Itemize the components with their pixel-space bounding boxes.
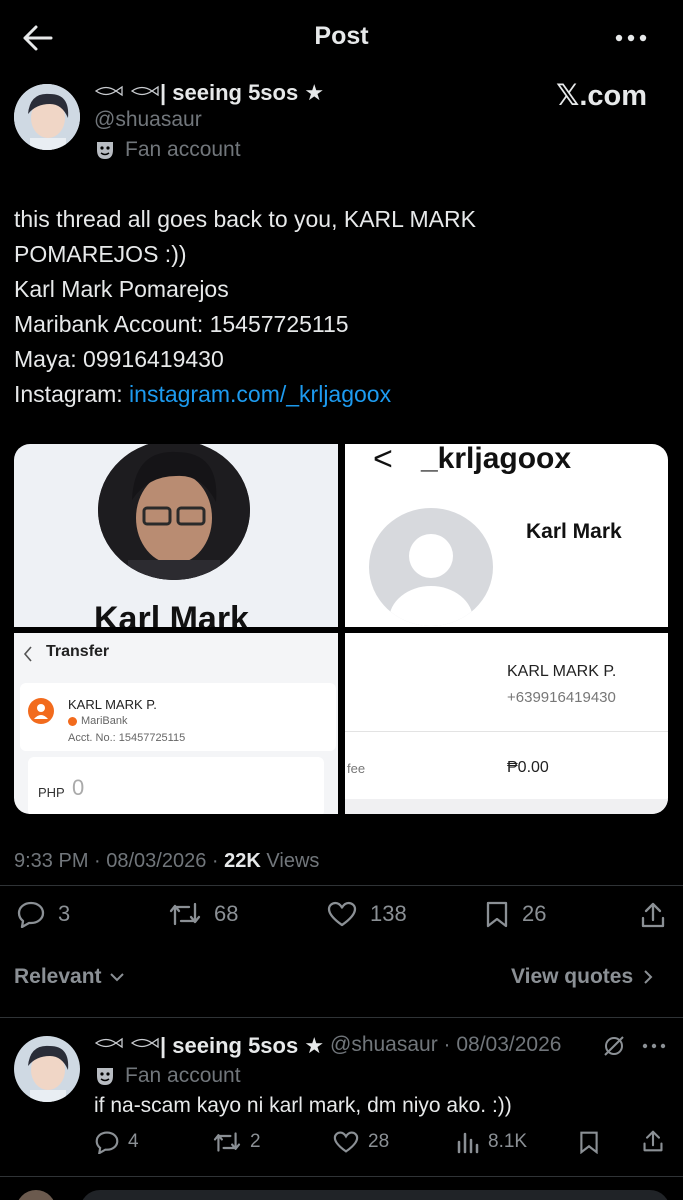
media-maya-details[interactable]: KARL MARK P. +639916419430 fee ₱0.00 xyxy=(345,633,668,814)
instagram-name: Karl Mark xyxy=(526,520,622,543)
reply-icon xyxy=(94,1130,120,1154)
footer-band xyxy=(345,799,668,814)
reply-bookmark-icon[interactable] xyxy=(578,1130,600,1154)
page-title: Post xyxy=(314,22,369,50)
chevron-down-icon xyxy=(109,971,125,983)
grok-icon[interactable] xyxy=(602,1034,626,1058)
reply-avatar[interactable] xyxy=(14,1036,80,1102)
profile-name: Karl Mark xyxy=(94,600,249,627)
sort-label: Relevant xyxy=(14,965,102,988)
chevron-left-icon xyxy=(22,645,34,668)
account-number: Acct. No.: 15457725115 xyxy=(68,732,186,744)
maya-phone: +639916419430 xyxy=(507,689,616,706)
like-count: 138 xyxy=(370,901,407,926)
media-instagram-profile[interactable]: < _krljagoox Karl Mark xyxy=(345,444,668,627)
instagram-username: _krljagoox xyxy=(421,444,572,475)
repost-button[interactable]: 68 xyxy=(168,900,238,928)
reply-author-name[interactable]: | seeing 5sos ★ xyxy=(160,1033,324,1059)
fee-value: ₱0.00 xyxy=(507,759,549,776)
more-options-icon[interactable] xyxy=(614,33,648,43)
instagram-prefix: Instagram: xyxy=(14,381,130,407)
post-line: Maribank Account: 15457725115 xyxy=(14,311,349,337)
share-icon[interactable] xyxy=(640,900,666,930)
post-meta: 9:33 PM · 08/03/2026 · 22K Views xyxy=(14,850,319,873)
reply-views-count: 8.1K xyxy=(488,1131,528,1152)
reply-repost-count: 2 xyxy=(250,1131,261,1152)
fee-label: fee xyxy=(347,761,366,776)
divider xyxy=(0,1176,683,1177)
analytics-icon xyxy=(456,1130,480,1154)
compose-reply-input[interactable] xyxy=(80,1190,670,1200)
transfer-title: Transfer xyxy=(46,643,110,660)
reply-button[interactable]: 3 xyxy=(16,900,70,928)
post-text: this thread all goes back to you, KARL M… xyxy=(14,202,664,412)
reply-icon xyxy=(16,900,46,928)
reply-fan-badge: Fan account xyxy=(125,1064,241,1087)
divider xyxy=(0,1017,683,1018)
theater-mask-icon xyxy=(94,139,116,161)
views-label: Views xyxy=(260,850,320,872)
reply-repost-button[interactable]: 2 xyxy=(212,1130,261,1154)
repost-icon xyxy=(212,1130,242,1154)
maya-recipient-name: KARL MARK P. xyxy=(507,663,617,680)
media-grid[interactable]: Karl Mark < _krljagoox Karl Mark Transfe… xyxy=(14,444,668,814)
compose-avatar[interactable] xyxy=(16,1190,56,1200)
chevron-right-icon xyxy=(643,969,653,985)
reply-like-count: 28 xyxy=(368,1131,390,1152)
media-maribank-transfer[interactable]: Transfer KARL MARK P. MariBank Acct. No.… xyxy=(14,633,338,814)
bookmark-count: 26 xyxy=(522,901,547,926)
profile-photo xyxy=(98,444,250,580)
sort-dropdown[interactable]: Relevant xyxy=(14,965,125,989)
media-profile-photo[interactable]: Karl Mark xyxy=(14,444,338,627)
maribank-logo-icon xyxy=(28,698,54,729)
author-display-name[interactable]: | seeing 5sos ★ xyxy=(160,80,324,106)
views-count: 22K xyxy=(224,850,261,872)
reply-views-button[interactable]: 8.1K xyxy=(456,1130,527,1154)
fish-emoji-icon xyxy=(94,84,166,98)
heart-icon xyxy=(332,1130,360,1154)
bookmark-button[interactable]: 26 xyxy=(484,900,546,928)
fan-account-badge: Fan account xyxy=(125,138,241,161)
reply-like-button[interactable]: 28 xyxy=(332,1130,389,1154)
post-line: Karl Mark Pomarejos xyxy=(14,276,229,302)
view-quotes-link[interactable]: View quotes xyxy=(511,965,653,989)
divider xyxy=(0,885,683,886)
author-avatar[interactable] xyxy=(14,84,80,150)
reply-text: if na-scam kayo ni karl mark, dm niyo ak… xyxy=(94,1094,512,1117)
default-avatar-icon xyxy=(369,508,493,626)
fish-emoji-icon xyxy=(94,1036,166,1050)
reply-share-icon[interactable] xyxy=(642,1128,664,1154)
reply-reply-count: 4 xyxy=(128,1131,139,1152)
heart-icon xyxy=(326,900,358,928)
repost-count: 68 xyxy=(214,901,239,926)
like-button[interactable]: 138 xyxy=(326,900,407,928)
repost-icon xyxy=(168,900,202,928)
back-chevron-icon: < xyxy=(373,444,393,478)
bank-name: MariBank xyxy=(68,715,127,727)
theater-mask-icon xyxy=(94,1065,116,1087)
reply-count: 3 xyxy=(58,901,71,926)
post-line: Instagram: instagram.com/_krljagoox xyxy=(14,377,664,412)
view-quotes-label: View quotes xyxy=(511,965,634,988)
divider xyxy=(345,731,668,732)
recipient-name: KARL MARK P. xyxy=(68,697,157,712)
reply-more-icon[interactable] xyxy=(642,1043,666,1049)
reply-handle-date[interactable]: @shuasaur · 08/03/2026 xyxy=(330,1033,561,1057)
amount-value: 0 xyxy=(72,775,85,800)
xcom-watermark: 𝕏.com xyxy=(556,80,648,112)
amount-currency: PHP xyxy=(38,785,65,800)
reply-reply-button[interactable]: 4 xyxy=(94,1130,139,1154)
post-line: Maya: 09916419430 xyxy=(14,346,224,372)
author-handle[interactable]: @shuasaur xyxy=(94,108,202,132)
bank-label: MariBank xyxy=(81,715,128,727)
instagram-link[interactable]: instagram.com/_krljagoox xyxy=(129,381,391,407)
post-line: this thread all goes back to you, KARL M… xyxy=(14,206,476,232)
post-timestamp[interactable]: 9:33 PM · 08/03/2026 · xyxy=(14,850,224,872)
post-line: POMAREJOS :)) xyxy=(14,241,187,267)
bank-mini-icon xyxy=(68,716,77,726)
bookmark-icon xyxy=(484,900,510,928)
